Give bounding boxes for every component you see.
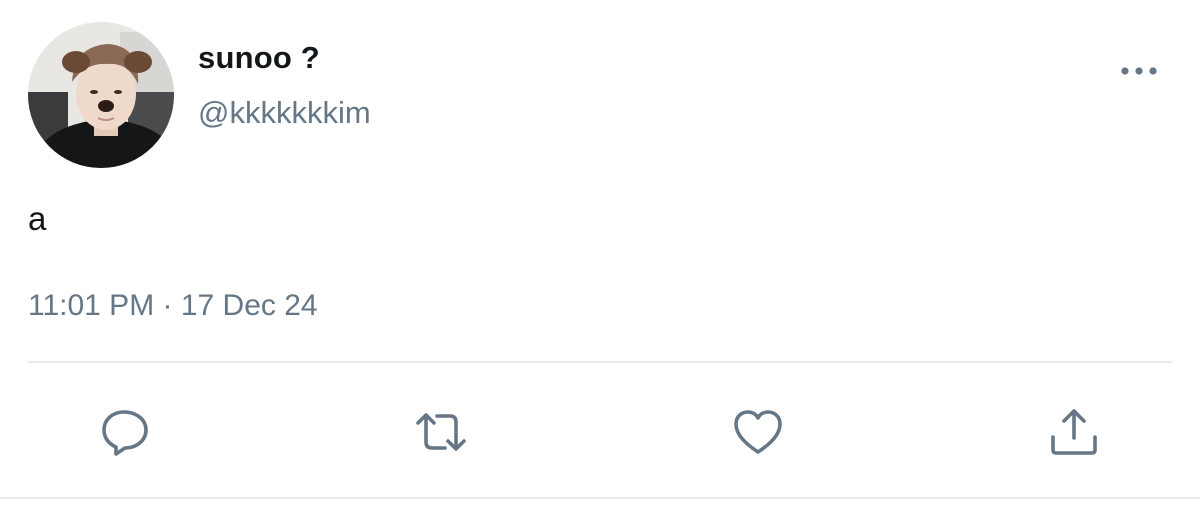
retweet-icon (416, 413, 466, 451)
reply-icon (102, 410, 148, 456)
reply-button[interactable] (97, 404, 153, 460)
timestamp[interactable]: 11:01 PM · 17 Dec 24 (28, 289, 318, 323)
share-button[interactable] (1046, 404, 1102, 460)
avatar-photo (28, 22, 174, 168)
tweet-text: a (28, 200, 47, 237)
like-button[interactable] (730, 404, 786, 460)
more-horizontal-icon (1121, 67, 1157, 75)
retweet-button[interactable] (413, 404, 469, 460)
avatar[interactable] (28, 22, 174, 168)
share-icon (1051, 409, 1097, 455)
more-button[interactable] (1116, 58, 1162, 84)
bottom-divider (0, 497, 1200, 499)
handle[interactable]: @kkkkkkkim (198, 95, 371, 131)
display-name[interactable]: sunoo ? (198, 40, 320, 76)
heart-icon (734, 410, 782, 454)
tweet-detail: sunoo ? @kkkkkkkim a 11:01 PM · 17 Dec 2… (0, 0, 1200, 516)
divider (28, 361, 1172, 363)
